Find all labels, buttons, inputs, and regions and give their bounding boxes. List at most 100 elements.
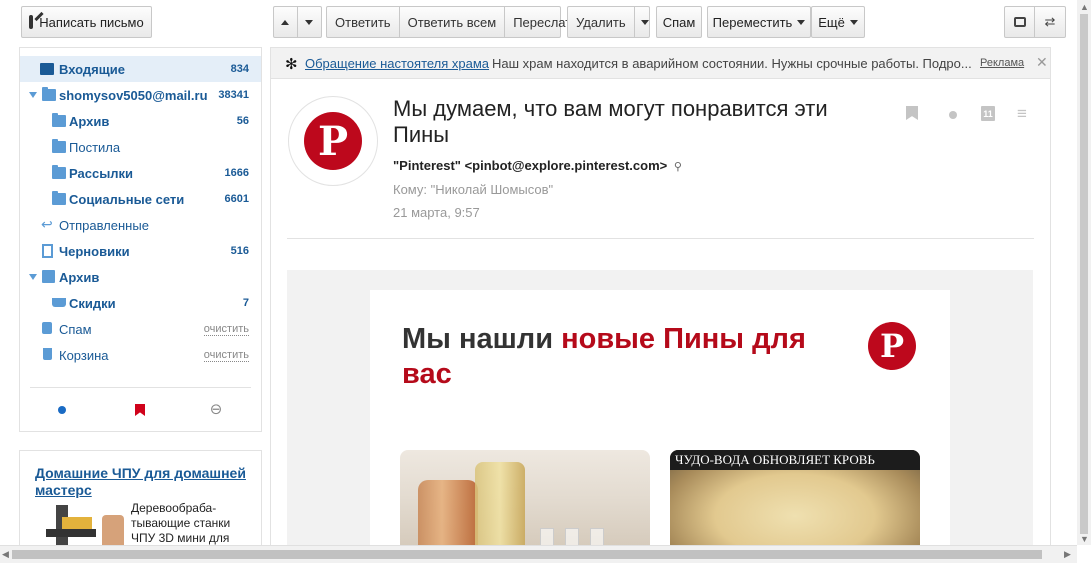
reply-button[interactable]: Ответить <box>327 7 400 37</box>
chevron-down-icon <box>849 19 858 25</box>
folder-inbox[interactable]: Входящие 834 <box>20 56 261 82</box>
folder-archive-sub[interactable]: Архив 56 <box>20 108 261 134</box>
more-button[interactable]: Ещё <box>811 6 865 38</box>
clear-spam-link[interactable]: очистить <box>203 323 249 336</box>
sidebar-divider <box>30 387 251 388</box>
folder-count: 516 <box>230 245 249 257</box>
more-label: Ещё <box>818 14 845 30</box>
folder-count: 38341 <box>218 89 249 101</box>
translate-button[interactable]: ⇄ <box>1035 7 1065 37</box>
sidebar-ad-title[interactable]: Домашние ЧПУ для домашней мастерс <box>35 465 255 499</box>
move-button[interactable]: Переместить <box>707 6 811 38</box>
bookmark-icon[interactable] <box>906 106 918 120</box>
folder-icon <box>52 113 66 127</box>
flag-filter-icon[interactable] <box>135 404 145 416</box>
folder-trash[interactable]: Корзина очистить <box>20 342 261 368</box>
envelope-icon <box>40 63 54 75</box>
folder-label: Спам <box>59 321 92 337</box>
menu-icon[interactable]: ≡ <box>1017 104 1027 124</box>
vertical-scroll-thumb[interactable] <box>1080 14 1088 534</box>
top-ad-line: ✻ Обращение настоятеля храма Наш храм на… <box>271 48 1050 79</box>
folder-count: 6601 <box>224 193 249 205</box>
reply-group: Ответить Ответить всем Переслать <box>326 6 578 38</box>
folder-label: Архив <box>69 113 110 129</box>
message-subject: Мы думаем, что вам могут понравится эти … <box>393 96 828 147</box>
folder-sidebar: Входящие 834 shomysov5050@mail.ru 38341 … <box>19 47 262 432</box>
reply-arrow-icon: ↩ <box>41 216 53 232</box>
folder-icon <box>52 191 66 205</box>
folder-archive[interactable]: Архив <box>20 264 261 290</box>
folder-newsletters[interactable]: Рассылки 1666 <box>20 160 261 186</box>
scroll-down-icon[interactable]: ▼ <box>1080 534 1089 544</box>
draft-icon <box>42 244 53 258</box>
attachment-filter-icon[interactable]: ⊘ <box>205 398 227 420</box>
compose-label: Написать письмо <box>39 14 144 30</box>
spam-label: Спам <box>662 14 696 30</box>
folder-icon <box>52 139 66 153</box>
search-icon[interactable]: ⚲ <box>674 161 682 173</box>
unread-dot-icon[interactable] <box>949 111 957 119</box>
email-headline: Мы нашли новые Пины для вас <box>402 322 822 392</box>
folder-count: 1666 <box>224 167 249 179</box>
folder-discounts[interactable]: Скидки 7 <box>20 290 261 316</box>
folder-postila[interactable]: Постила <box>20 134 261 160</box>
pin-image-bowl[interactable]: ЧУДО-ВОДА ОБНОВЛЯЕТ КРОВЬ <box>670 450 920 546</box>
folder-count: 834 <box>230 63 249 75</box>
caret-down-icon <box>29 92 37 98</box>
folder-sent[interactable]: ↩ Отправленные <box>20 212 261 238</box>
chevron-down-icon <box>797 19 806 25</box>
clear-trash-link[interactable]: очистить <box>203 349 249 362</box>
print-icon <box>1013 17 1026 27</box>
folder-label: shomysov5050@mail.ru <box>59 87 208 103</box>
cnc-machine-image <box>42 499 127 549</box>
message-recipient: Кому: "Николай Шомысов" <box>393 182 554 197</box>
unread-filter-icon[interactable] <box>58 406 66 414</box>
navigation-arrows <box>273 6 322 38</box>
vertical-scrollbar[interactable]: ▲ ▼ <box>1077 0 1091 545</box>
folder-label: Входящие <box>59 61 125 77</box>
prev-message-button[interactable] <box>274 7 298 37</box>
spam-button[interactable]: Спам <box>656 6 702 38</box>
folder-spam[interactable]: Спам очистить <box>20 316 261 342</box>
folder-account[interactable]: shomysov5050@mail.ru 38341 <box>20 82 261 108</box>
close-icon[interactable]: ✕ <box>1036 54 1048 71</box>
email-card: Мы нашли новые Пины для вас P ЧУДО-ВОДА … <box>370 290 950 546</box>
sender-address: "Pinterest" <pinbot@explore.pinterest.co… <box>393 158 668 173</box>
folder-icon <box>52 165 66 179</box>
scroll-left-icon[interactable]: ◀ <box>2 549 9 560</box>
top-ad-text[interactable]: Наш храм находится в аварийном состоянии… <box>492 56 972 71</box>
folder-label: Черновики <box>59 243 130 259</box>
folder-social[interactable]: Социальные сети 6601 <box>20 186 261 212</box>
folder-drafts[interactable]: Черновики 516 <box>20 238 261 264</box>
compose-button[interactable]: Написать письмо <box>21 6 152 38</box>
next-message-button[interactable] <box>298 7 321 37</box>
horizontal-scrollbar[interactable]: ◀ ▶ <box>0 545 1077 563</box>
delete-menu-button[interactable] <box>635 7 655 37</box>
folder-label: Корзина <box>59 347 109 363</box>
horizontal-scroll-thumb[interactable] <box>12 550 1042 559</box>
folder-count: 7 <box>242 297 249 309</box>
message-body: Мы нашли новые Пины для вас P ЧУДО-ВОДА … <box>287 270 1033 546</box>
scroll-right-icon[interactable]: ▶ <box>1064 549 1071 560</box>
scroll-up-icon[interactable]: ▲ <box>1080 2 1089 12</box>
right-tools: ⇄ <box>1004 6 1066 38</box>
pin-image-jars[interactable] <box>400 450 650 546</box>
calendar-day: 11 <box>983 109 993 119</box>
compose-icon <box>29 11 44 29</box>
print-button[interactable] <box>1005 7 1035 37</box>
top-ad-link[interactable]: Обращение настоятеля храма <box>305 56 489 71</box>
headline-text: Мы нашли <box>402 323 562 355</box>
message-sender[interactable]: "Pinterest" <pinbot@explore.pinterest.co… <box>393 158 682 173</box>
ad-label-link[interactable]: Реклама <box>980 57 1024 69</box>
calendar-icon[interactable]: 11 <box>981 106 995 121</box>
arrow-up-icon <box>281 19 290 25</box>
pin-caption: ЧУДО-ВОДА ОБНОВЛЯЕТ КРОВЬ <box>670 450 920 470</box>
sidebar-ad: Домашние ЧПУ для домашней мастерс Дерево… <box>19 450 262 550</box>
folder-label: Постила <box>69 139 121 155</box>
delete-group: Удалить <box>567 6 650 38</box>
pinterest-logo-icon[interactable]: P <box>868 322 916 370</box>
reply-all-button[interactable]: Ответить всем <box>400 7 506 37</box>
trash-icon <box>43 348 52 360</box>
folder-label: Скидки <box>69 295 116 311</box>
delete-button[interactable]: Удалить <box>568 7 635 37</box>
